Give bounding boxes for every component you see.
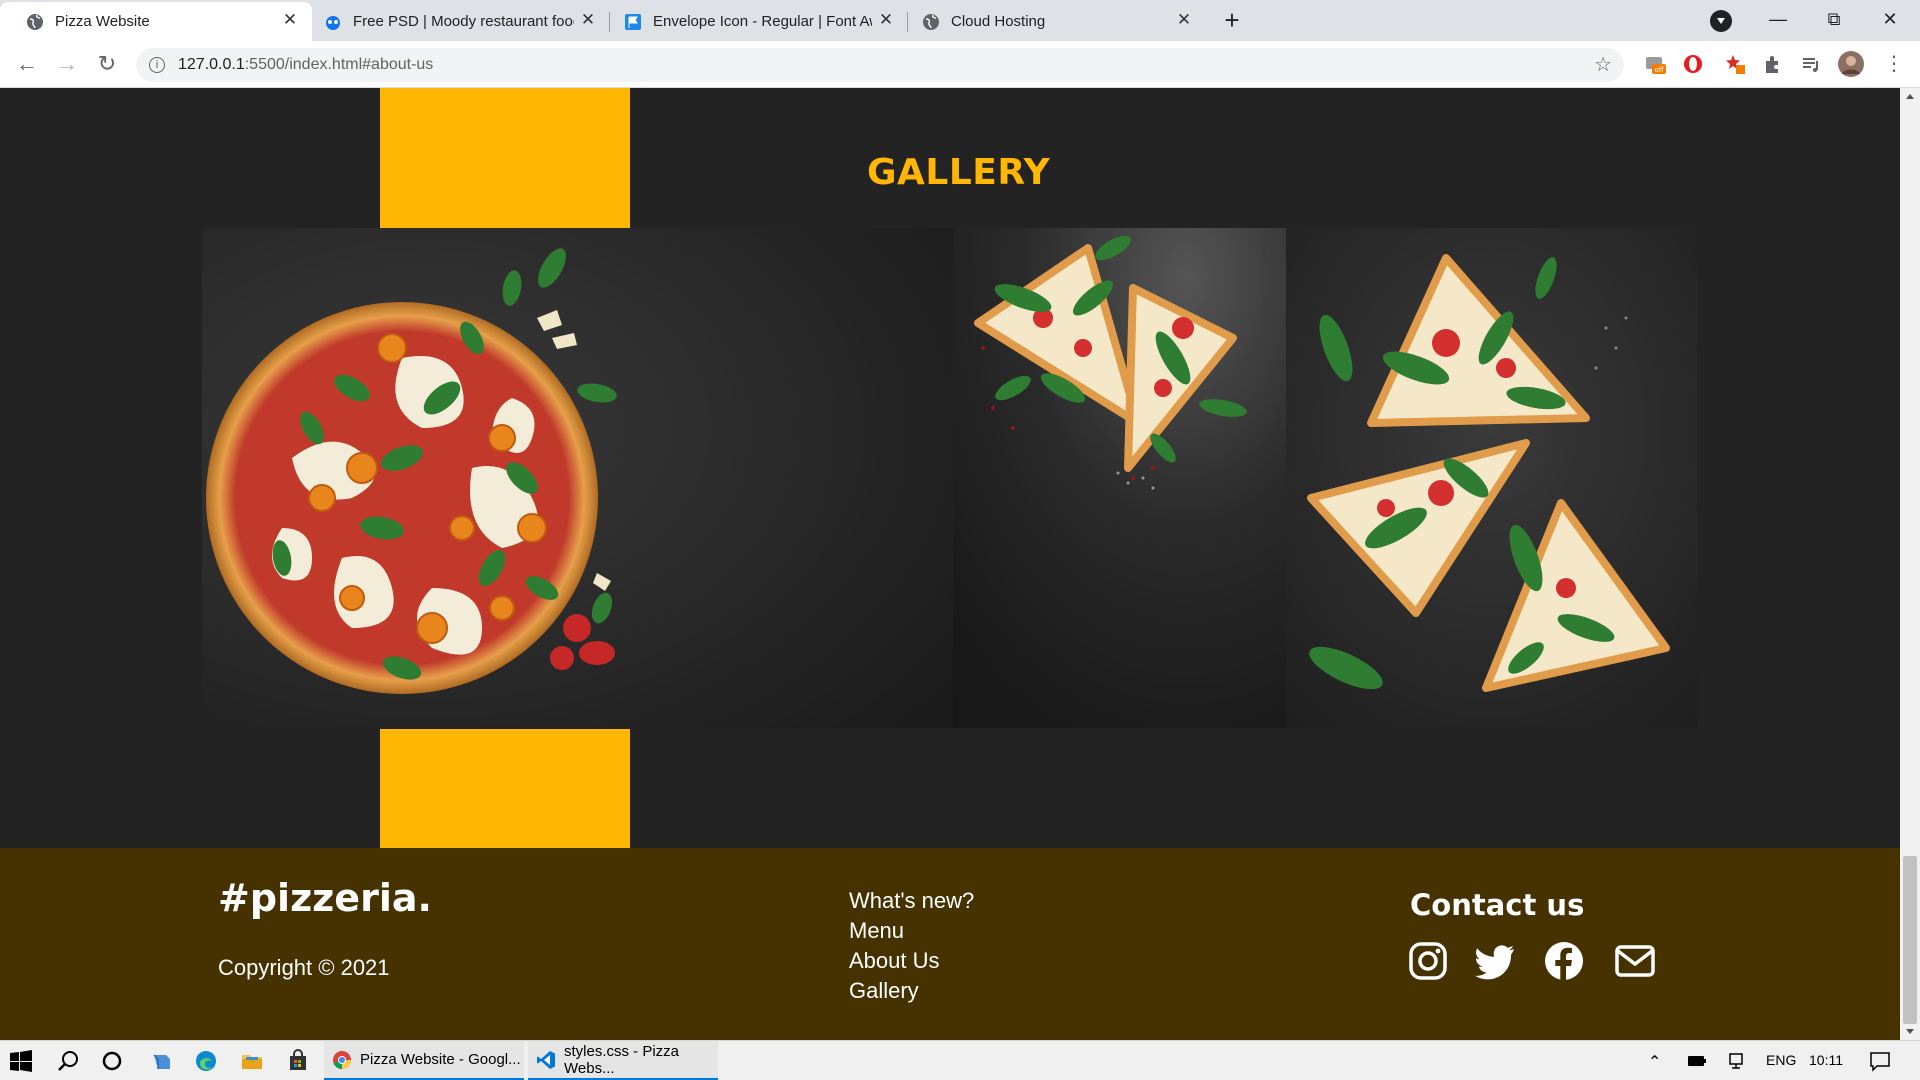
- facebook-icon[interactable]: [1544, 941, 1584, 981]
- tab-pizza-website[interactable]: Pizza Website ✕: [0, 2, 312, 41]
- reload-icon[interactable]: ↻: [92, 50, 122, 80]
- tab-title: Envelope Icon - Regular | Font Awesome: [653, 13, 872, 30]
- file-explorer-icon[interactable]: [240, 1049, 264, 1073]
- footer-link-menu[interactable]: Menu: [849, 916, 974, 946]
- notification-center-icon[interactable]: [1868, 1049, 1892, 1073]
- vscode-icon: [537, 1051, 555, 1069]
- site-info-icon[interactable]: i: [149, 57, 165, 73]
- tab-font-awesome[interactable]: Envelope Icon - Regular | Font Awesome ✕: [610, 2, 908, 41]
- gallery-image-whole-pizza: [202, 228, 954, 728]
- tab-title: Pizza Website: [55, 13, 150, 30]
- language-indicator[interactable]: ENG: [1766, 1052, 1796, 1068]
- address-bar[interactable]: i 127.0.0.1:5500/index.html#about-us ☆: [136, 48, 1624, 82]
- browser-tabstrip: Pizza Website ✕ Free PSD | Moody restaur…: [0, 0, 1920, 41]
- show-hidden-icons-icon[interactable]: ⌃: [1648, 1052, 1661, 1072]
- url-text[interactable]: 127.0.0.1:5500/index.html#about-us: [178, 56, 433, 74]
- avatar[interactable]: [1838, 51, 1864, 77]
- page-viewport: GALLERY #pizzeria. Copyright © 2021 What…: [0, 88, 1900, 1040]
- clock[interactable]: 10:11: [1809, 1052, 1843, 1068]
- tab-close-icon[interactable]: ✕: [1174, 10, 1194, 30]
- tab-search-icon[interactable]: [1710, 10, 1732, 32]
- tab-cloud-hosting[interactable]: Cloud Hosting ✕: [908, 2, 1206, 41]
- instagram-icon[interactable]: [1408, 941, 1448, 981]
- scroll-up-icon[interactable]: [1906, 94, 1914, 99]
- forward-icon[interactable]: →: [52, 50, 82, 80]
- twitter-icon[interactable]: [1474, 941, 1516, 981]
- footer-link-about-us[interactable]: About Us: [849, 946, 974, 976]
- edge-icon[interactable]: [194, 1049, 218, 1073]
- svg-text:off: off: [1654, 66, 1663, 74]
- gallery-image-four-slices: [1286, 228, 1697, 728]
- battery-icon[interactable]: [1686, 1049, 1708, 1073]
- more-menu-icon[interactable]: ⋮: [1884, 51, 1904, 76]
- new-tab-button[interactable]: +: [1217, 6, 1247, 36]
- tab-close-icon[interactable]: ✕: [876, 10, 896, 30]
- footer-link-gallery[interactable]: Gallery: [849, 976, 974, 1006]
- footer-brand[interactable]: #pizzeria.: [218, 876, 432, 920]
- browser-toolbar: ← → ↻ i 127.0.0.1:5500/index.html#about-…: [0, 41, 1920, 88]
- accent-block-top: [380, 88, 630, 228]
- search-icon[interactable]: [56, 1049, 80, 1073]
- page-scrollbar[interactable]: [1900, 88, 1920, 1040]
- tab-title: Cloud Hosting: [951, 13, 1046, 30]
- tab-title: Free PSD | Moody restaurant food: [353, 13, 574, 30]
- taskbar-app-label: styles.css - Pizza Webs...: [564, 1042, 680, 1077]
- opera-icon[interactable]: [1682, 53, 1704, 75]
- freepik-icon: [326, 16, 340, 30]
- cortana-icon[interactable]: [100, 1049, 124, 1073]
- tab-freepik[interactable]: Free PSD | Moody restaurant food ✕: [312, 2, 610, 41]
- chrome-icon: [333, 1051, 352, 1069]
- taskbar-app-chrome[interactable]: Pizza Website - Googl...: [324, 1041, 524, 1080]
- globe-icon: [923, 14, 939, 30]
- footer-nav: What's new? Menu About Us Gallery: [849, 886, 974, 1006]
- footer-link-whats-new[interactable]: What's new?: [849, 886, 974, 916]
- extension-star-icon[interactable]: [1724, 53, 1746, 75]
- accent-block-bottom: [380, 729, 630, 848]
- flag-icon: [625, 14, 641, 30]
- network-icon[interactable]: [1726, 1049, 1746, 1073]
- gallery-title: GALLERY: [867, 152, 1051, 193]
- extension-coupon-icon[interactable]: off: [1644, 53, 1666, 75]
- close-window-icon[interactable]: ✕: [1862, 0, 1918, 41]
- windows-taskbar: Pizza Website - Googl... styles.css - Pi…: [0, 1040, 1920, 1080]
- extensions-puzzle-icon[interactable]: [1762, 53, 1784, 75]
- store-icon[interactable]: [286, 1049, 310, 1073]
- scrollbar-thumb[interactable]: [1903, 856, 1917, 1024]
- media-queue-icon[interactable]: [1800, 53, 1822, 75]
- task-view-icon[interactable]: [150, 1049, 174, 1073]
- contact-title: Contact us: [1410, 888, 1585, 922]
- bookmark-star-icon[interactable]: ☆: [1594, 52, 1612, 77]
- copyright-text: Copyright © 2021: [218, 955, 390, 980]
- taskbar-app-vscode[interactable]: styles.css - Pizza Webs...: [528, 1041, 718, 1080]
- scroll-down-icon[interactable]: [1906, 1029, 1914, 1034]
- windows-start-icon[interactable]: [10, 1049, 32, 1073]
- envelope-icon[interactable]: [1614, 941, 1656, 981]
- back-icon[interactable]: ←: [12, 50, 42, 80]
- tab-close-icon[interactable]: ✕: [280, 10, 300, 30]
- site-footer: #pizzeria. Copyright © 2021 What's new? …: [0, 848, 1900, 1040]
- gallery-image-two-slices: [953, 228, 1286, 728]
- taskbar-app-label: Pizza Website - Googl...: [360, 1051, 521, 1068]
- minimize-icon[interactable]: —: [1750, 0, 1806, 41]
- globe-icon: [27, 14, 43, 30]
- tab-close-icon[interactable]: ✕: [578, 10, 598, 30]
- restore-icon[interactable]: ⧉: [1806, 0, 1862, 41]
